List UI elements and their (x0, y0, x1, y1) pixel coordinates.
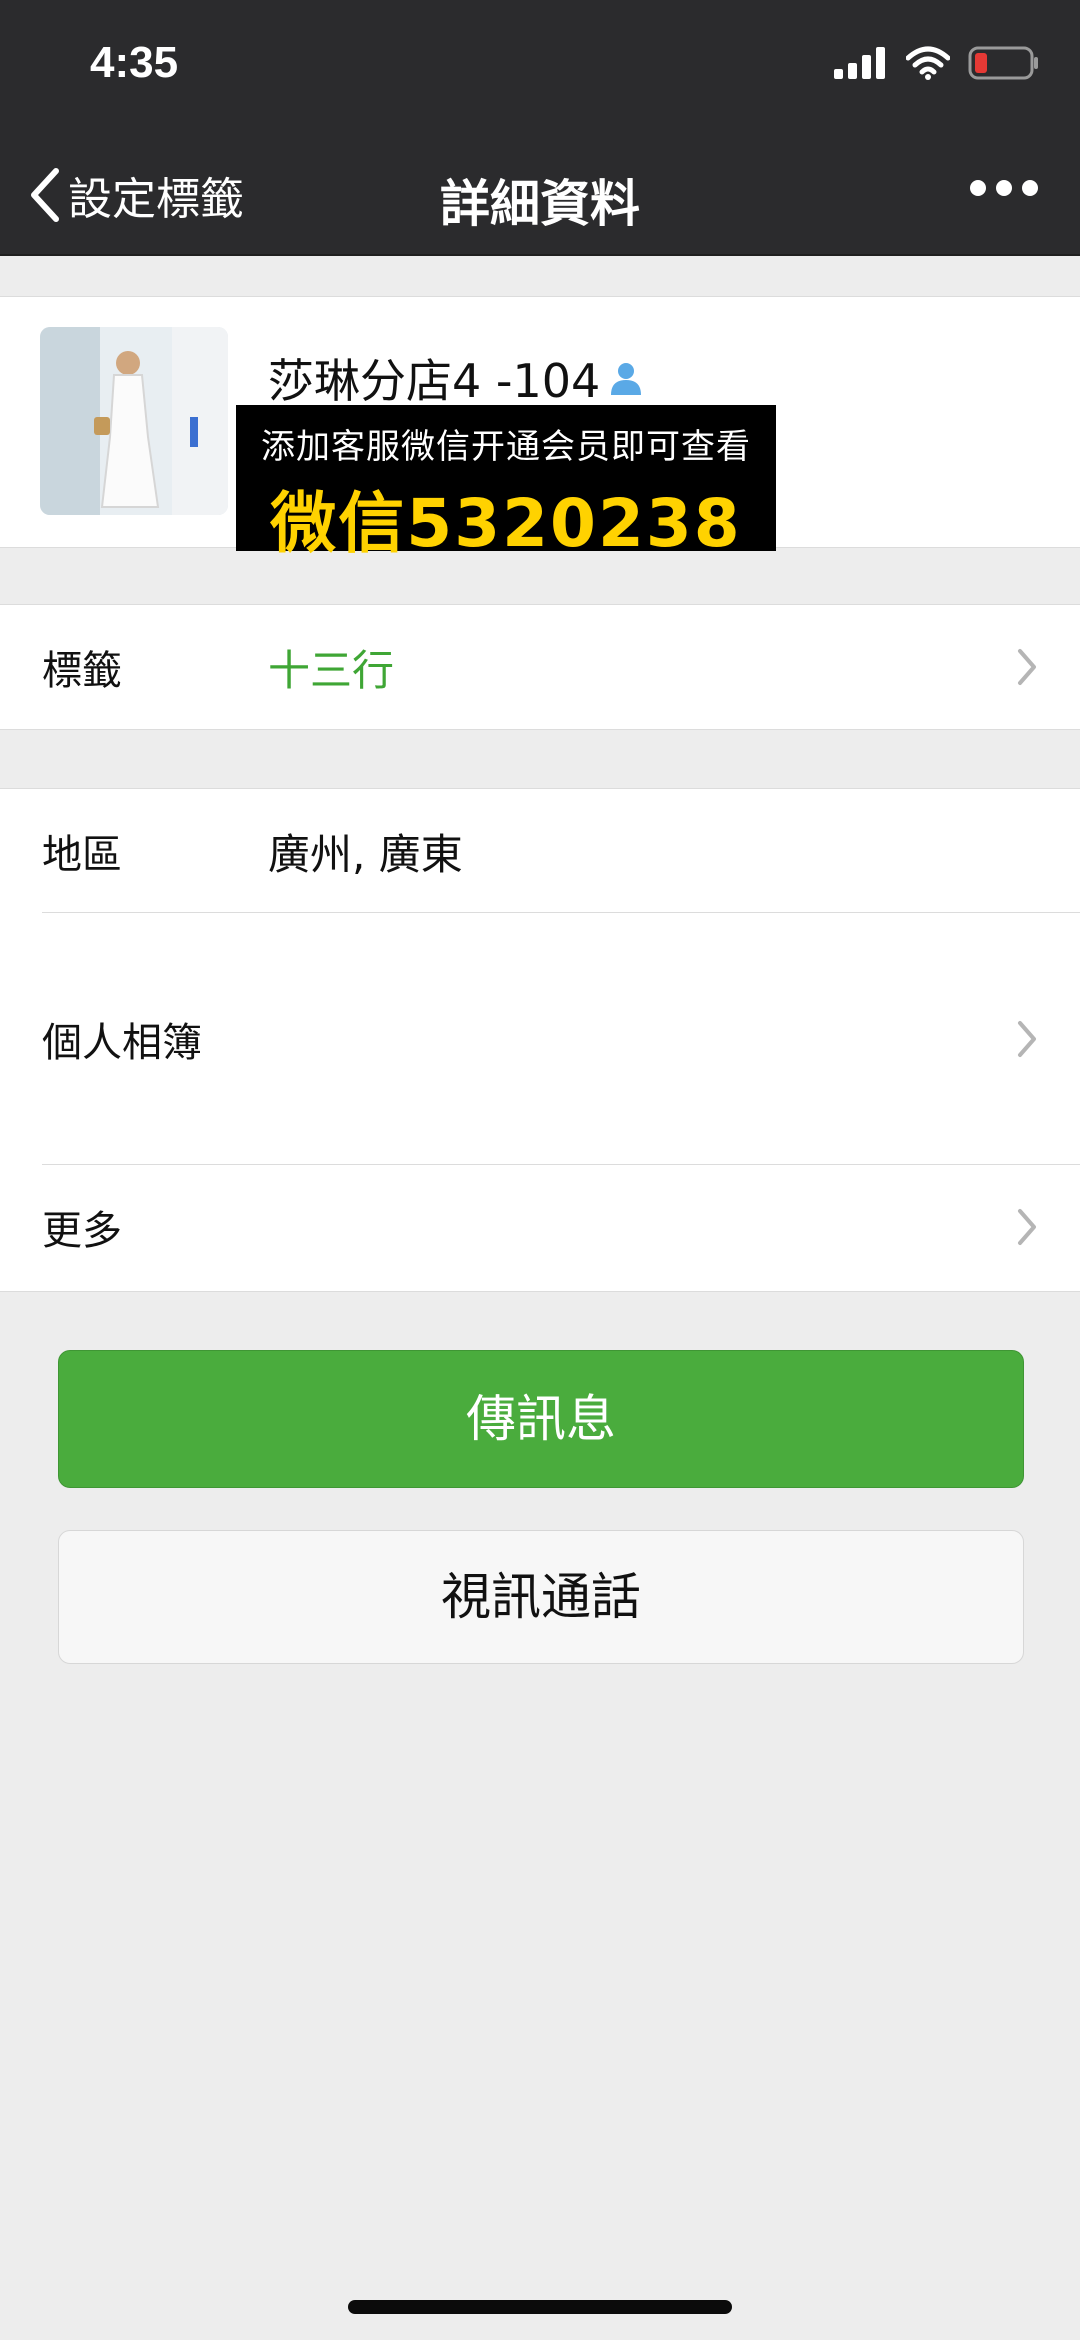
contact-name: 莎琳分店4 -104 (268, 345, 644, 411)
chevron-right-icon (1018, 649, 1036, 685)
more-label: 更多 (42, 1208, 122, 1254)
status-icons (834, 46, 1040, 80)
profile-card: 莎琳分店4 -104 添加客服微信开通会员即可查看 微信5320238 (0, 296, 1080, 562)
promo-banner: 添加客服微信开通会员即可查看 微信5320238 (236, 405, 776, 562)
info-card: 地區 廣州, 廣東 個人相簿 更多 (0, 788, 1080, 1292)
avatar[interactable] (40, 327, 228, 515)
status-time: 4:35 (90, 38, 179, 87)
battery-icon (968, 46, 1038, 80)
chevron-right-icon (1018, 1021, 1036, 1057)
tag-label: 標籤 (42, 648, 122, 694)
person-icon (611, 363, 642, 395)
region-value: 廣州, 廣東 (268, 829, 463, 879)
region-label: 地區 (42, 832, 122, 878)
promo-line1: 添加客服微信开通会员即可查看 (261, 427, 751, 467)
home-indicator[interactable] (348, 2300, 732, 2314)
album-row[interactable]: 個人相簿 (0, 913, 1080, 1165)
tag-row[interactable]: 標籤 十三行 (0, 605, 1080, 729)
contact-name-text: 莎琳分店4 -104 (268, 354, 601, 408)
video-call-button[interactable]: 視訊通話 (58, 1530, 1024, 1664)
more-row[interactable]: 更多 (0, 1165, 1080, 1289)
signal-icon (834, 47, 885, 79)
album-label: 個人相簿 (42, 1020, 202, 1066)
send-message-button[interactable]: 傳訊息 (58, 1350, 1024, 1488)
chevron-right-icon (1018, 1209, 1036, 1245)
status-bar: 4:35 (0, 0, 1080, 140)
promo-line2: 微信5320238 (270, 485, 742, 562)
page-title: 詳細資料 (440, 175, 640, 233)
region-row: 地區 廣州, 廣東 (0, 789, 1080, 913)
tag-value: 十三行 (268, 645, 395, 695)
tag-card: 標籤 十三行 (0, 604, 1080, 730)
avatar-photo (40, 327, 228, 515)
nav-bar: 設定標籤 詳細資料 (0, 140, 1080, 256)
wifi-icon (906, 46, 950, 80)
more-dots-icon[interactable] (970, 180, 1038, 196)
